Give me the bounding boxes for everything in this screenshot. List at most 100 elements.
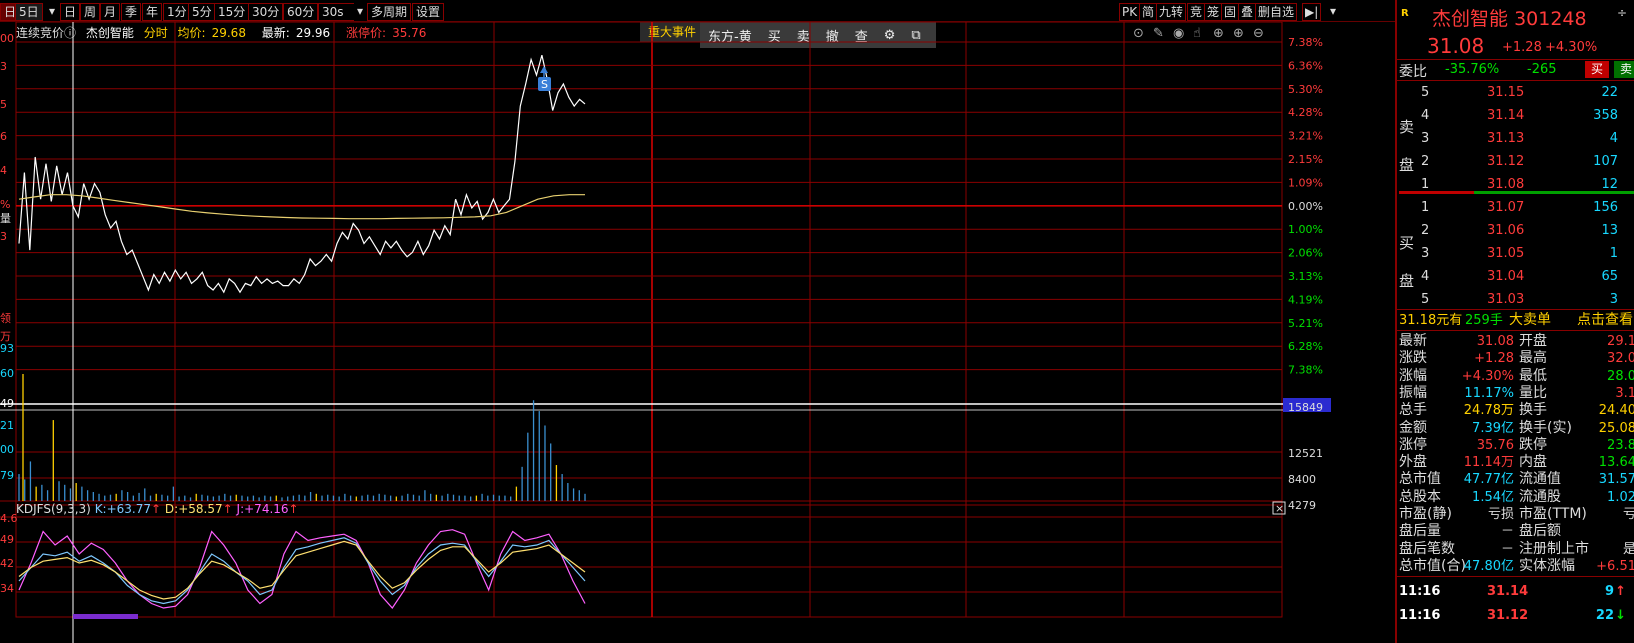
tick-volume: 22 xyxy=(1595,608,1614,623)
sell-volume: 4 xyxy=(1609,131,1618,146)
zoom-in-icon[interactable]: ⊕ xyxy=(1233,26,1244,41)
stat-label-2: 开盘 xyxy=(1519,333,1547,349)
eye-icon[interactable]: ◉ xyxy=(1173,26,1184,41)
quick-buy-button[interactable]: 买 xyxy=(1585,61,1609,78)
lock-icon[interactable]: ⊕ xyxy=(1213,26,1224,41)
buy-strength-bar xyxy=(1474,191,1634,194)
tab-60min[interactable]: 60分 xyxy=(283,3,319,21)
intraday-chart[interactable]: S 7.38% 6.36% 5.30% 4.28% 3.21% 2.15% 1.09% 0.0… xyxy=(0,22,1395,643)
stat-row: 振幅 11.17% 量比 3.1 xyxy=(1397,385,1634,402)
tick-row: 11:16 31.12 22 ↓ xyxy=(1397,607,1634,624)
sell-level-num: 5 xyxy=(1421,85,1430,100)
left-kdj-label: 34 xyxy=(0,582,14,595)
stat-label: 总股本 xyxy=(1399,488,1441,505)
stat-value: 11.17% xyxy=(1464,385,1514,401)
target-icon[interactable]: ⊙ xyxy=(1133,26,1144,41)
stat-value: 11.14万 xyxy=(1463,455,1514,471)
tab-quarter[interactable]: 季 xyxy=(121,3,142,21)
stat-value-2: 1.02 xyxy=(1607,489,1634,505)
cage-button[interactable]: 笼 xyxy=(1204,3,1223,21)
pk-button[interactable]: PK xyxy=(1119,3,1141,21)
tab-week[interactable]: 周 xyxy=(80,3,101,21)
kdj-k-value: +63.77 xyxy=(107,502,151,516)
left-axis-label: 5 xyxy=(0,98,7,111)
simple-button[interactable]: 简 xyxy=(1139,3,1158,21)
stat-value: +1.28 xyxy=(1474,351,1514,367)
stat-label-2: 流通股 xyxy=(1519,488,1561,505)
tab-5day[interactable]: 5日 xyxy=(15,3,43,21)
more-icon[interactable]: ÷ xyxy=(1617,6,1627,20)
buy-level-1[interactable]: 1 31.07 156 xyxy=(1397,199,1634,216)
close-icon[interactable]: × xyxy=(1275,502,1284,515)
dropdown-arrow-icon[interactable]: ▾ xyxy=(354,3,367,21)
sell-level-2[interactable]: 2 31.12 107 xyxy=(1397,153,1634,170)
hand-icon[interactable]: ☝ xyxy=(1193,26,1201,41)
tab-30min[interactable]: 30分 xyxy=(248,3,284,21)
price-axis-label: 1.00% xyxy=(1288,223,1323,236)
settings-button[interactable]: 设置 xyxy=(412,3,445,21)
stat-value: － xyxy=(1500,541,1514,557)
quick-sell-button[interactable]: 卖 xyxy=(1614,61,1634,78)
stat-value: 亏损 xyxy=(1487,507,1514,522)
auction-button[interactable]: 竞 xyxy=(1187,3,1206,21)
stat-label-2: 量比 xyxy=(1519,384,1547,401)
zoom-out-icon[interactable]: ⊖ xyxy=(1253,26,1264,41)
left-axis-label: 6 xyxy=(0,130,7,143)
stat-row: 金额 7.39亿 换手(实) 25.08 xyxy=(1397,420,1634,437)
stat-label: 外盘 xyxy=(1399,454,1427,471)
buy-level-5[interactable]: 5 31.03 3 xyxy=(1397,291,1634,308)
jiuzhuan-button[interactable]: 九转 xyxy=(1156,3,1187,21)
tab-month[interactable]: 月 xyxy=(100,3,121,21)
pen-icon[interactable]: ✎ xyxy=(1153,26,1164,41)
remove-watchlist-button[interactable]: 删自选 xyxy=(1255,3,1298,21)
stat-value: 1.54亿 xyxy=(1472,489,1514,505)
sell-level-5[interactable]: 5 31.15 22 xyxy=(1397,84,1634,101)
stat-value: 24.78万 xyxy=(1463,403,1514,419)
kdj-j-line xyxy=(18,529,586,609)
sell-level-3[interactable]: 3 31.13 4 xyxy=(1397,130,1634,147)
buy-level-2[interactable]: 2 31.06 13 xyxy=(1397,222,1634,239)
stat-label: 总手 xyxy=(1399,402,1427,419)
sell-level-4[interactable]: 4 31.14 358 xyxy=(1397,107,1634,124)
stat-label-2: 换手(实) xyxy=(1519,419,1572,436)
tick-arrow-icon: ↓ xyxy=(1615,608,1626,623)
overlay-button[interactable]: 叠 xyxy=(1238,3,1257,21)
buy-level-3[interactable]: 3 31.05 1 xyxy=(1397,245,1634,262)
stat-label-2: 最低 xyxy=(1519,367,1547,384)
big-order-label: 大卖单 xyxy=(1509,312,1551,328)
stat-label-2: 最高 xyxy=(1519,350,1547,367)
collapse-panel-button[interactable]: ▶| xyxy=(1302,3,1322,21)
price-axis-label: 7.38% xyxy=(1288,36,1323,49)
stat-label-2: 换手 xyxy=(1519,402,1547,419)
tab-year[interactable]: 年 xyxy=(142,3,163,21)
quote-price: 31.08 xyxy=(1427,34,1485,58)
stat-label: 涨跌 xyxy=(1399,350,1427,367)
stat-value-2: 13.64 xyxy=(1598,455,1634,471)
tab-day[interactable]: 日 xyxy=(60,3,81,21)
tab-5min[interactable]: 5分 xyxy=(188,3,216,21)
stat-label-2: 注册制上市 xyxy=(1519,540,1589,557)
tab-multi-period[interactable]: 多周期 xyxy=(367,3,412,21)
stat-value-2: 3.1 xyxy=(1615,385,1634,401)
tab-1min[interactable]: 1分 xyxy=(163,3,191,21)
big-order-row[interactable]: 31.18元有 259手 大卖单 点击查看 xyxy=(1397,312,1634,329)
price-axis-label: 3.13% xyxy=(1288,270,1323,283)
tab-15min[interactable]: 15分 xyxy=(214,3,250,21)
period-toolbar: 日 5日 ▾ 日 周 月 季 年 1分 5分 15分 30分 60分 30s ▾… xyxy=(0,0,1395,22)
stat-value: － xyxy=(1500,524,1514,540)
stat-row: 涨幅 +4.30% 最低 28.0 xyxy=(1397,368,1634,385)
tick-price: 31.12 xyxy=(1487,608,1529,623)
weibi-value: -265 xyxy=(1527,62,1557,77)
dropdown-arrow-icon[interactable]: ▾ xyxy=(46,3,59,21)
stat-row: 总手 24.78万 换手 24.40 xyxy=(1397,402,1634,419)
quote-change: +1.28 xyxy=(1502,40,1542,55)
stat-label-2: 实体涨幅 xyxy=(1519,557,1575,574)
big-order-link[interactable]: 点击查看 xyxy=(1577,312,1633,329)
volume-axis-label: 15849 xyxy=(1288,401,1323,414)
buy-price: 31.05 xyxy=(1487,246,1525,261)
dropdown-arrow-icon[interactable]: ▾ xyxy=(1328,3,1338,21)
buy-level-4[interactable]: 4 31.04 65 xyxy=(1397,268,1634,285)
buy-volume: 3 xyxy=(1609,292,1618,307)
fix-button[interactable]: 固 xyxy=(1221,3,1240,21)
stat-label-2: 流通值 xyxy=(1519,471,1561,488)
